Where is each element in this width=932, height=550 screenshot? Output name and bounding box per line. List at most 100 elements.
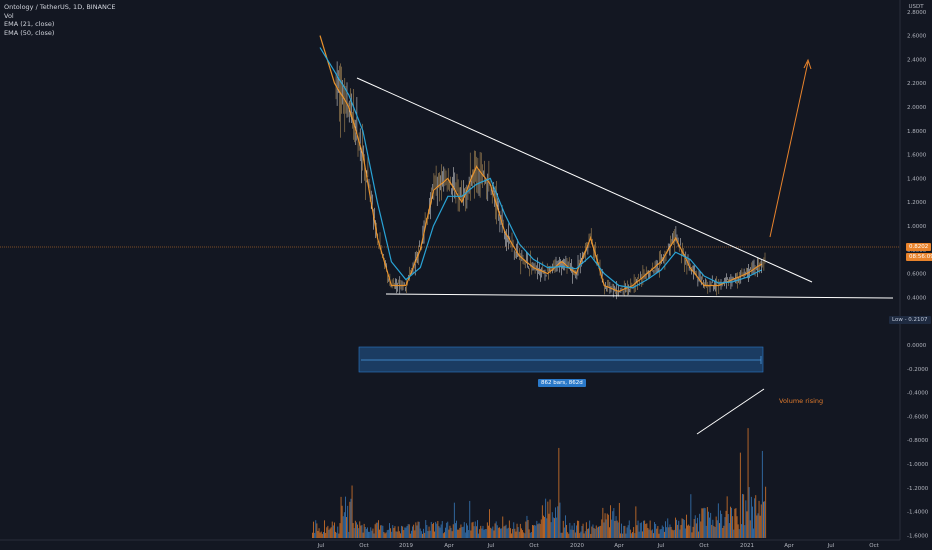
volume-bar	[621, 523, 622, 538]
volume-bar	[675, 517, 676, 538]
volume-bar	[338, 533, 340, 538]
volume-bar	[330, 527, 332, 538]
volume-bar	[515, 531, 517, 538]
volume-bar	[537, 524, 539, 538]
volume-bar	[546, 518, 548, 538]
volume-bar	[668, 527, 670, 538]
price-tick: -0.8000	[907, 438, 929, 444]
volume-bar	[583, 533, 585, 538]
volume-bar	[673, 529, 675, 538]
volume-bar	[458, 529, 460, 538]
time-tick: Apr	[784, 543, 794, 549]
volume-bar	[688, 524, 690, 538]
volume-bar	[757, 513, 759, 538]
volume-bar	[547, 501, 549, 538]
volume-bar	[646, 523, 648, 538]
range-info-badge: 862 bars, 862d	[538, 379, 586, 387]
volume-bar	[511, 533, 512, 538]
volume-bar	[494, 523, 496, 538]
volume-bar	[523, 532, 525, 538]
volume-bar	[480, 525, 482, 538]
volume-bar	[474, 521, 476, 538]
volume-bar	[609, 527, 610, 538]
volume-bar	[425, 520, 427, 538]
volume-bar	[647, 528, 649, 538]
volume-bar	[313, 521, 314, 538]
volume-bar	[513, 522, 515, 538]
date-range-box[interactable]	[358, 346, 764, 373]
volume-bar	[678, 520, 680, 538]
volume-bar	[754, 498, 756, 538]
volume-bar	[449, 525, 451, 538]
volume-bar	[503, 526, 505, 538]
price-tick: 2.4000	[907, 57, 927, 63]
volume-bar	[430, 521, 432, 538]
volume-bar	[686, 514, 687, 538]
volume-bar	[332, 525, 334, 538]
volume-bar	[611, 519, 613, 538]
price-tick: 1.4000	[907, 176, 927, 182]
volume-bar	[460, 524, 462, 538]
volume-bar	[444, 532, 445, 538]
volume-bar	[370, 527, 372, 538]
volume-bar	[756, 515, 758, 538]
volume-bar	[633, 527, 635, 538]
volume-bar	[660, 529, 662, 538]
chart-canvas[interactable]: USDT2.80002.60002.40002.20002.00001.8000…	[0, 0, 932, 550]
volume-bar	[758, 500, 760, 538]
volume-bar	[418, 521, 420, 538]
volume-bar	[435, 521, 437, 538]
legend-vol[interactable]: Vol	[4, 12, 116, 21]
time-tick: Jul	[317, 543, 325, 549]
volume-bar	[422, 533, 423, 538]
volume-bar	[405, 527, 407, 538]
volume-bar	[342, 516, 344, 538]
volume-bar	[528, 529, 530, 538]
volume-bar	[455, 523, 456, 538]
volume-bar	[595, 525, 597, 538]
volume-bar	[714, 527, 716, 538]
volume-bar	[698, 531, 699, 538]
volume-bar	[659, 529, 661, 538]
volume-bar	[712, 519, 714, 538]
legend-ema50[interactable]: EMA (50, close)	[4, 29, 116, 38]
volume-bar	[558, 447, 560, 538]
volume-bar	[488, 525, 489, 538]
volume-bar	[407, 524, 409, 538]
volume-bar	[445, 527, 446, 538]
volume-bar	[491, 528, 493, 538]
symbol-title[interactable]: Ontology / TetherUS, 1D, BINANCE	[4, 3, 116, 12]
volume-bar	[617, 522, 619, 538]
volume-bar	[351, 485, 353, 538]
volume-bar	[548, 513, 550, 538]
volume-bar	[573, 523, 575, 538]
time-tick: Oct	[529, 543, 539, 549]
chart-background	[0, 0, 932, 550]
price-tick: -1.0000	[907, 462, 929, 468]
volume-bar	[587, 528, 588, 538]
volume-bar	[427, 531, 429, 538]
volume-bar	[539, 524, 541, 538]
volume-bar	[728, 523, 730, 538]
volume-bar	[448, 529, 450, 538]
volume-bar	[549, 499, 551, 538]
volume-bar	[748, 487, 750, 538]
volume-bar	[759, 515, 761, 538]
volume-bar	[493, 530, 495, 538]
volume-bar	[578, 520, 580, 538]
volume-bar	[733, 529, 735, 538]
volume-bar	[336, 532, 338, 538]
volume-bar	[356, 522, 357, 538]
volume-bar	[419, 528, 421, 538]
volume-bar	[655, 523, 657, 538]
legend-ema21[interactable]: EMA (21, close)	[4, 20, 116, 29]
volume-bar	[424, 532, 426, 538]
volume-bar	[656, 528, 658, 538]
volume-bar	[636, 525, 638, 538]
volume-bar	[359, 521, 361, 538]
volume-bar	[763, 501, 764, 538]
volume-bar	[536, 520, 538, 538]
volume-bar	[654, 522, 655, 538]
chart-legend: Ontology / TetherUS, 1D, BINANCE Vol EMA…	[4, 3, 116, 37]
volume-bar	[383, 531, 385, 538]
